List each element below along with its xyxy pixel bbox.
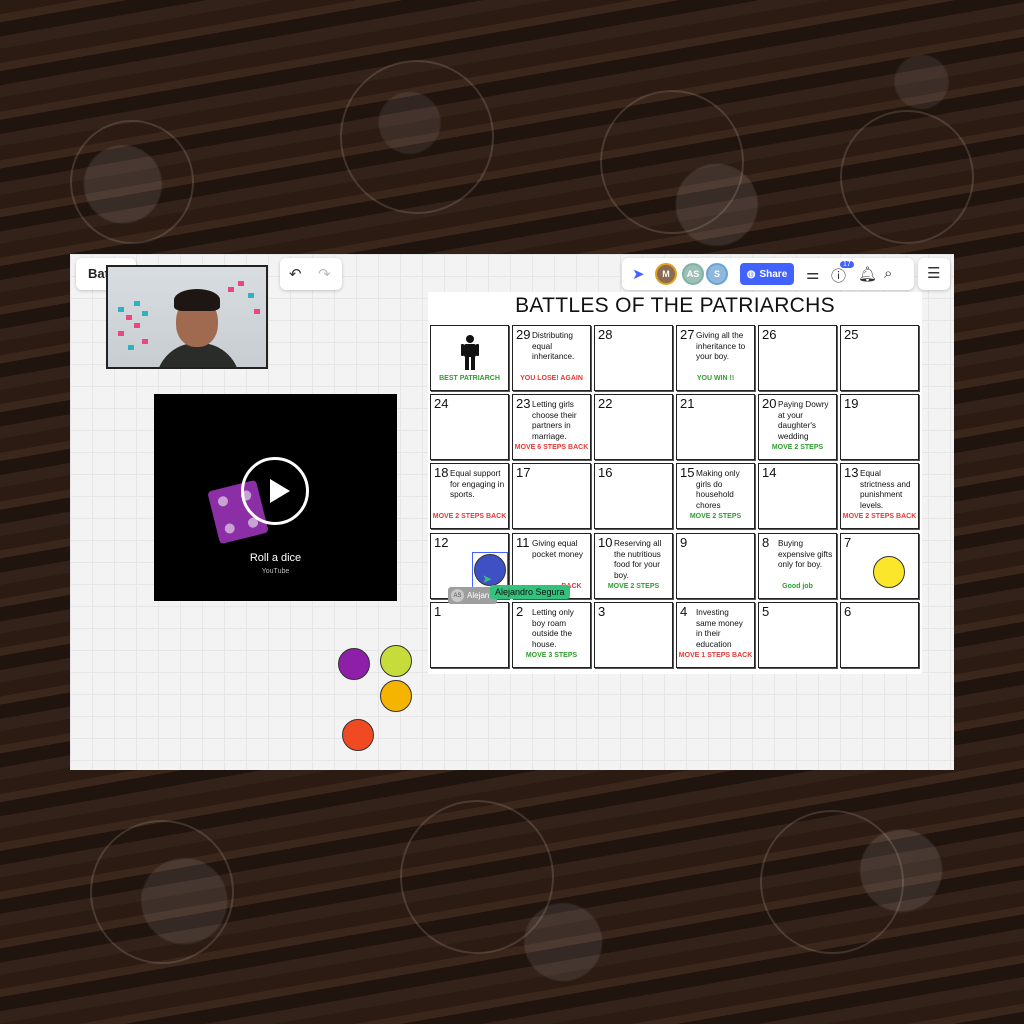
background-ornament bbox=[400, 800, 554, 954]
background-ornament bbox=[600, 90, 744, 234]
board-cell-4[interactable]: 4 Investing same money in their educatio… bbox=[676, 602, 755, 668]
person-icon bbox=[461, 335, 479, 370]
background-ornament bbox=[840, 110, 974, 244]
yellow-token[interactable] bbox=[873, 556, 905, 588]
collaborator-cursor-icon: ➤ bbox=[482, 572, 493, 586]
avatar[interactable]: AS bbox=[682, 263, 704, 285]
video-title: Roll a dice bbox=[249, 552, 302, 564]
video-source: YouTube bbox=[261, 568, 290, 575]
search-icon[interactable]: ⌕ bbox=[884, 265, 892, 282]
background-ornament bbox=[90, 820, 234, 964]
board-cell-23[interactable]: 23 Letting girls choose their partners i… bbox=[512, 394, 591, 460]
board-cell-28[interactable]: 28 bbox=[594, 325, 673, 391]
youtube-video-embed[interactable]: Roll a dice YouTube bbox=[154, 394, 397, 601]
orange-token[interactable] bbox=[380, 680, 412, 712]
purple-token[interactable] bbox=[338, 648, 370, 680]
board-cell-25[interactable]: 25 bbox=[840, 325, 919, 391]
bell-icon[interactable]: 🔔︎ bbox=[858, 265, 877, 283]
board-title: BATTLES OF THE PATRIARCHS bbox=[515, 294, 835, 317]
board-cell-26[interactable]: 26 bbox=[758, 325, 837, 391]
play-icon bbox=[270, 479, 290, 503]
undo-icon[interactable]: ↶ bbox=[289, 265, 302, 283]
board-cell-6[interactable]: 6 bbox=[840, 602, 919, 668]
board-cell-19[interactable]: 19 bbox=[840, 394, 919, 460]
board-cell-16[interactable]: 16 bbox=[594, 463, 673, 529]
redo-icon[interactable]: ↷ bbox=[318, 265, 331, 283]
board-cell-29[interactable]: 29 Distributing equal inheritance. YOU L… bbox=[512, 325, 591, 391]
collaboration-toolbar: ➤ M AS S ◍ Share ⚌ ⓘ 17 🔔︎ ⌕ bbox=[622, 258, 914, 290]
board-cell-27[interactable]: 27 Giving all the inheritance to your bo… bbox=[676, 325, 755, 391]
notes-icon: ☰ bbox=[927, 265, 941, 282]
whiteboard-canvas[interactable]: Bat ↶ ↷ ➤ M AS S ◍ Share ⚌ ⓘ 17 🔔︎ ⌕ ☰ R… bbox=[70, 254, 954, 770]
avatar[interactable]: M bbox=[655, 263, 677, 285]
avatar[interactable]: S bbox=[706, 263, 728, 285]
board-cell-17[interactable]: 17 bbox=[512, 463, 591, 529]
red-token[interactable] bbox=[342, 719, 374, 751]
board-cell-20[interactable]: 20 Paying Dowry at your daughter's weddi… bbox=[758, 394, 837, 460]
board-cell-best-patriarch[interactable]: BEST PATRIARCH bbox=[430, 325, 509, 391]
board-cell-14[interactable]: 14 bbox=[758, 463, 837, 529]
collaborator-cursor-label: Alejandro Segura bbox=[490, 585, 570, 599]
board-cell-5[interactable]: 5 bbox=[758, 602, 837, 668]
reactions-cursor-icon[interactable]: ➤ bbox=[632, 265, 645, 283]
board-cell-21[interactable]: 21 bbox=[676, 394, 755, 460]
board-cell-1[interactable]: 1 bbox=[430, 602, 509, 668]
board-cell-22[interactable]: 22 bbox=[594, 394, 673, 460]
board-cell-8[interactable]: 8 Buying expensive gifts only for boy. G… bbox=[758, 533, 837, 599]
webcam-feed bbox=[106, 265, 268, 369]
settings-sliders-icon[interactable]: ⚌ bbox=[806, 265, 819, 283]
background-ornament bbox=[70, 120, 194, 244]
undo-redo-toolbar: ↶ ↷ bbox=[280, 258, 342, 290]
board-cell-18[interactable]: 18 Equal support for engaging in sports.… bbox=[430, 463, 509, 529]
help-badge: 17 bbox=[840, 261, 854, 268]
help-icon[interactable]: ⓘ bbox=[831, 265, 846, 286]
board-cell-7[interactable]: 7 bbox=[840, 533, 919, 599]
board-cell-13[interactable]: 13 Equal strictness and punishment level… bbox=[840, 463, 919, 529]
notes-button[interactable]: ☰ bbox=[918, 258, 950, 290]
game-board: BATTLES OF THE PATRIARCHS BEST PATRIARCH… bbox=[428, 292, 922, 674]
play-button[interactable] bbox=[241, 457, 309, 525]
board-cell-15[interactable]: 15 Making only girls do household chores… bbox=[676, 463, 755, 529]
board-cell-2[interactable]: 2 Letting only boy roam outside the hous… bbox=[512, 602, 591, 668]
lime-token[interactable] bbox=[380, 645, 412, 677]
share-button[interactable]: ◍ Share bbox=[740, 263, 794, 285]
board-cell-3[interactable]: 3 bbox=[594, 602, 673, 668]
board-cell-24[interactable]: 24 bbox=[430, 394, 509, 460]
board-cell-9[interactable]: 9 bbox=[676, 533, 755, 599]
globe-icon: ◍ bbox=[746, 268, 756, 280]
board-cell-10[interactable]: 10 Reserving all the nutritious food for… bbox=[594, 533, 673, 599]
background-ornament bbox=[340, 60, 494, 214]
background-ornament bbox=[760, 810, 904, 954]
